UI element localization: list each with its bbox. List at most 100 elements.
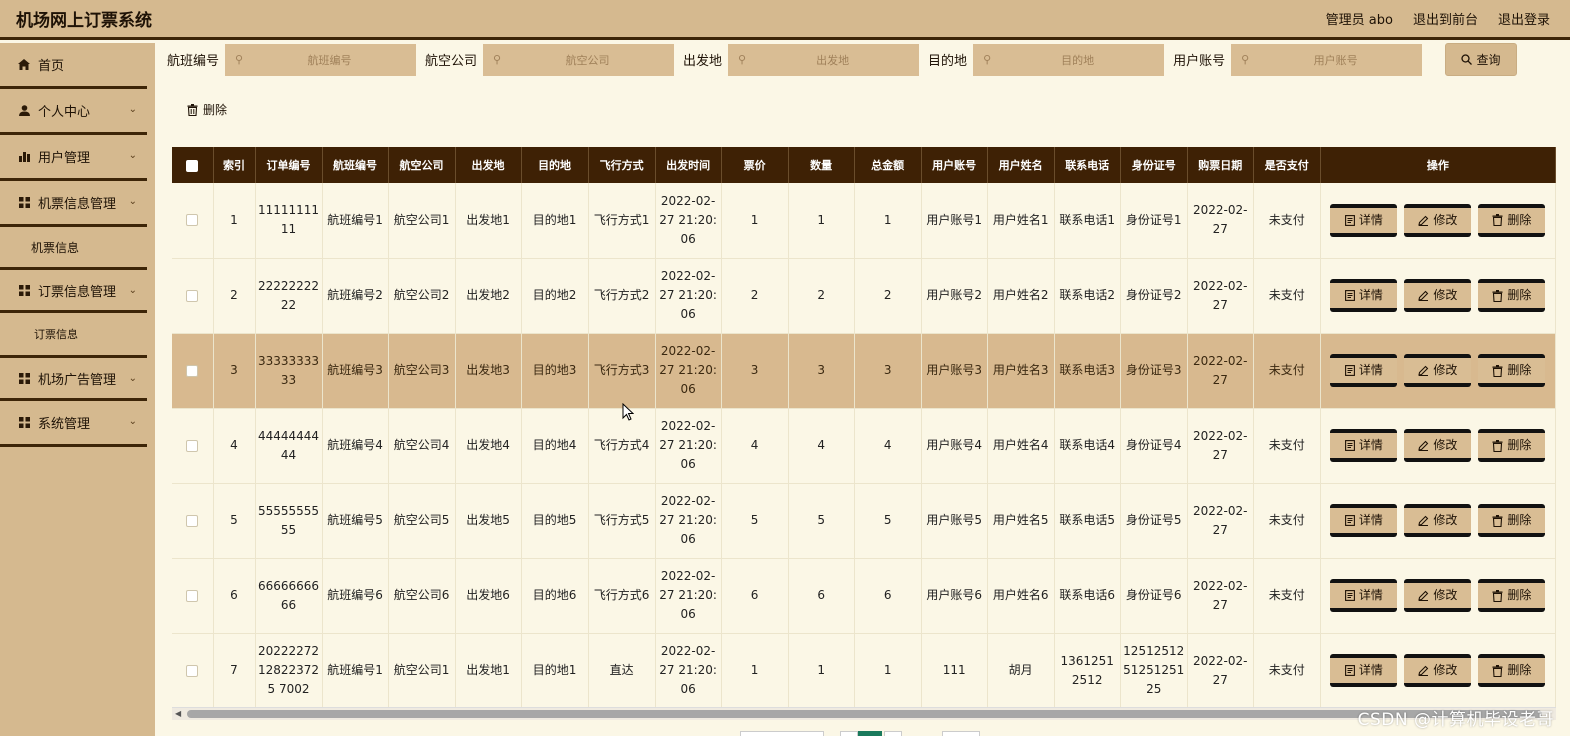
detail-button[interactable]: 详情	[1330, 579, 1398, 612]
sidebar-item-airport-ads-management[interactable]: 机场广告管理 ⌄	[0, 355, 147, 401]
bulk-delete-button[interactable]: 删除	[187, 101, 227, 118]
detail-button[interactable]: 详情	[1330, 429, 1398, 462]
table-cell: 出发地1	[455, 183, 522, 259]
delete-button[interactable]: 删除	[1478, 203, 1546, 237]
table-row[interactable]: 7 20222272128223725 7002 航班编号1 航空公司1 出发地1 目的地…	[172, 633, 1556, 707]
row-checkbox[interactable]	[186, 214, 199, 227]
column-header[interactable]: 出发时间	[655, 147, 722, 183]
row-select-cell[interactable]	[172, 633, 214, 707]
table-row[interactable]: 1 1111111111 航班编号1 航空公司1 出发地1 目的地1 飞行方式1 2022-0…	[172, 183, 1556, 259]
column-header[interactable]: 用户账号	[921, 147, 988, 183]
delete-button[interactable]: 删除	[1478, 654, 1546, 687]
table-row[interactable]: 3 3333333333 航班编号3 航空公司3 出发地3 目的地3 飞行方式3 2022-0…	[172, 333, 1556, 409]
table-row[interactable]: 6 6666666666 航班编号6 航空公司6 出发地6 目的地6 飞行方式6 2022-0…	[172, 558, 1556, 634]
detail-label: 详情	[1358, 363, 1383, 377]
row-select-cell[interactable]	[172, 483, 214, 559]
detail-button[interactable]: 详情	[1330, 504, 1398, 537]
column-header[interactable]: 飞行方式	[588, 147, 656, 183]
sidebar-item-home[interactable]: 首页	[0, 43, 147, 89]
grid-icon	[17, 284, 31, 296]
edit-button[interactable]: 修改	[1404, 279, 1472, 312]
prev-page-button[interactable]	[840, 731, 858, 736]
row-select-cell[interactable]	[172, 183, 214, 259]
home-icon	[17, 59, 31, 70]
table-cell: 航班编号1	[322, 633, 389, 707]
sidebar-item-personal-center[interactable]: 个人中心 ⌄	[0, 89, 147, 135]
row-select-cell[interactable]	[172, 558, 214, 634]
edit-button[interactable]: 修改	[1404, 354, 1472, 387]
column-header[interactable]: 索引	[213, 147, 256, 183]
row-checkbox[interactable]	[186, 364, 199, 377]
column-header[interactable]: 是否支付	[1253, 147, 1321, 183]
goto-page-input[interactable]	[942, 731, 980, 736]
delete-button[interactable]: 删除	[1478, 354, 1546, 387]
column-header[interactable]: 身份证号	[1120, 147, 1188, 183]
table-cell: 目的地1	[521, 633, 589, 707]
delete-button[interactable]: 删除	[1478, 429, 1546, 462]
horizontal-scrollbar[interactable]: ◀	[172, 707, 1556, 720]
edit-button[interactable]: 修改	[1404, 654, 1472, 687]
table-cell: 1	[721, 183, 789, 259]
table-row[interactable]: 4 4444444444 航班编号4 航空公司4 出发地4 目的地4 飞行方式4 2022-0…	[172, 408, 1556, 484]
sidebar-item-system-management[interactable]: 系统管理 ⌄	[0, 401, 147, 447]
row-actions: 详情 修改 删除	[1320, 483, 1556, 559]
delete-button[interactable]: 删除	[1478, 504, 1546, 537]
select-all-checkbox[interactable]	[186, 159, 199, 172]
column-header[interactable]: 航空公司	[388, 147, 456, 183]
sidebar-item-user-management[interactable]: 用户管理 ⌄	[0, 135, 147, 181]
table-row[interactable]: 2 2222222222 航班编号2 航空公司2 出发地2 目的地2 飞行方式2 2022-0…	[172, 258, 1556, 334]
column-header[interactable]: 用户姓名	[987, 147, 1055, 183]
table-cell: 直达	[588, 633, 656, 707]
detail-button[interactable]: 详情	[1330, 203, 1398, 237]
edit-button[interactable]: 修改	[1404, 504, 1472, 537]
edit-label: 修改	[1433, 288, 1458, 302]
departure-input[interactable]: ⚲ 出发地	[728, 43, 920, 76]
table-cell: 2	[721, 258, 789, 334]
detail-button[interactable]: 详情	[1330, 354, 1398, 387]
logout-link[interactable]: 退出登录	[1498, 9, 1550, 28]
edit-button[interactable]: 修改	[1404, 429, 1472, 462]
row-select-cell[interactable]	[172, 333, 214, 409]
column-header[interactable]: 数量	[788, 147, 855, 183]
edit-button[interactable]: 修改	[1404, 203, 1472, 237]
scroll-left-arrow-icon[interactable]: ◀	[175, 709, 181, 718]
sidebar-subitem-booking-info[interactable]: 订票信息	[0, 313, 155, 355]
page-number-active[interactable]	[858, 731, 882, 736]
row-select-cell[interactable]	[172, 258, 214, 334]
query-button[interactable]: 查询	[1445, 43, 1517, 76]
user-account-input[interactable]: ⚲ 用户账号	[1231, 43, 1423, 76]
flight-no-input[interactable]: ⚲ 航班编号	[225, 43, 417, 76]
column-header[interactable]: 订单编号	[255, 147, 323, 183]
edit-button[interactable]: 修改	[1404, 579, 1472, 612]
column-header[interactable]: 航班编号	[322, 147, 389, 183]
sidebar-item-ticket-info-management[interactable]: 机票信息管理 ⌄	[0, 181, 147, 227]
column-header[interactable]: 联系电话	[1054, 147, 1121, 183]
row-checkbox[interactable]	[186, 439, 199, 452]
delete-label: 删除	[1507, 663, 1532, 677]
next-page-button[interactable]	[884, 731, 902, 736]
row-checkbox[interactable]	[186, 289, 199, 302]
detail-button[interactable]: 详情	[1330, 279, 1398, 312]
row-checkbox[interactable]	[186, 664, 199, 677]
sidebar-item-booking-info-management[interactable]: 订票信息管理 ⌄	[0, 267, 147, 313]
row-select-cell[interactable]	[172, 408, 214, 484]
column-header[interactable]: 目的地	[521, 147, 589, 183]
table-row[interactable]: 5 5555555555 航班编号5 航空公司5 出发地5 目的地5 飞行方式5 2022-0…	[172, 483, 1556, 559]
exit-to-front-link[interactable]: 退出到前台	[1413, 9, 1478, 28]
detail-button[interactable]: 详情	[1330, 654, 1398, 687]
delete-button[interactable]: 删除	[1478, 579, 1546, 612]
select-all-header[interactable]	[172, 147, 214, 183]
document-icon	[1344, 440, 1355, 451]
column-header[interactable]: 总金额	[854, 147, 922, 183]
sidebar-subitem-ticket-info[interactable]: 机票信息	[0, 227, 155, 267]
airline-input[interactable]: ⚲ 航空公司	[483, 43, 675, 76]
destination-input[interactable]: ⚲ 目的地	[973, 43, 1165, 76]
row-checkbox[interactable]	[186, 589, 199, 602]
row-checkbox[interactable]	[186, 514, 199, 527]
page-size-select[interactable]	[740, 731, 824, 736]
scrollbar-thumb[interactable]	[187, 710, 1542, 718]
column-header[interactable]: 票价	[721, 147, 789, 183]
column-header[interactable]: 出发地	[455, 147, 522, 183]
delete-button[interactable]: 删除	[1478, 279, 1546, 312]
column-header[interactable]: 购票日期	[1187, 147, 1254, 183]
